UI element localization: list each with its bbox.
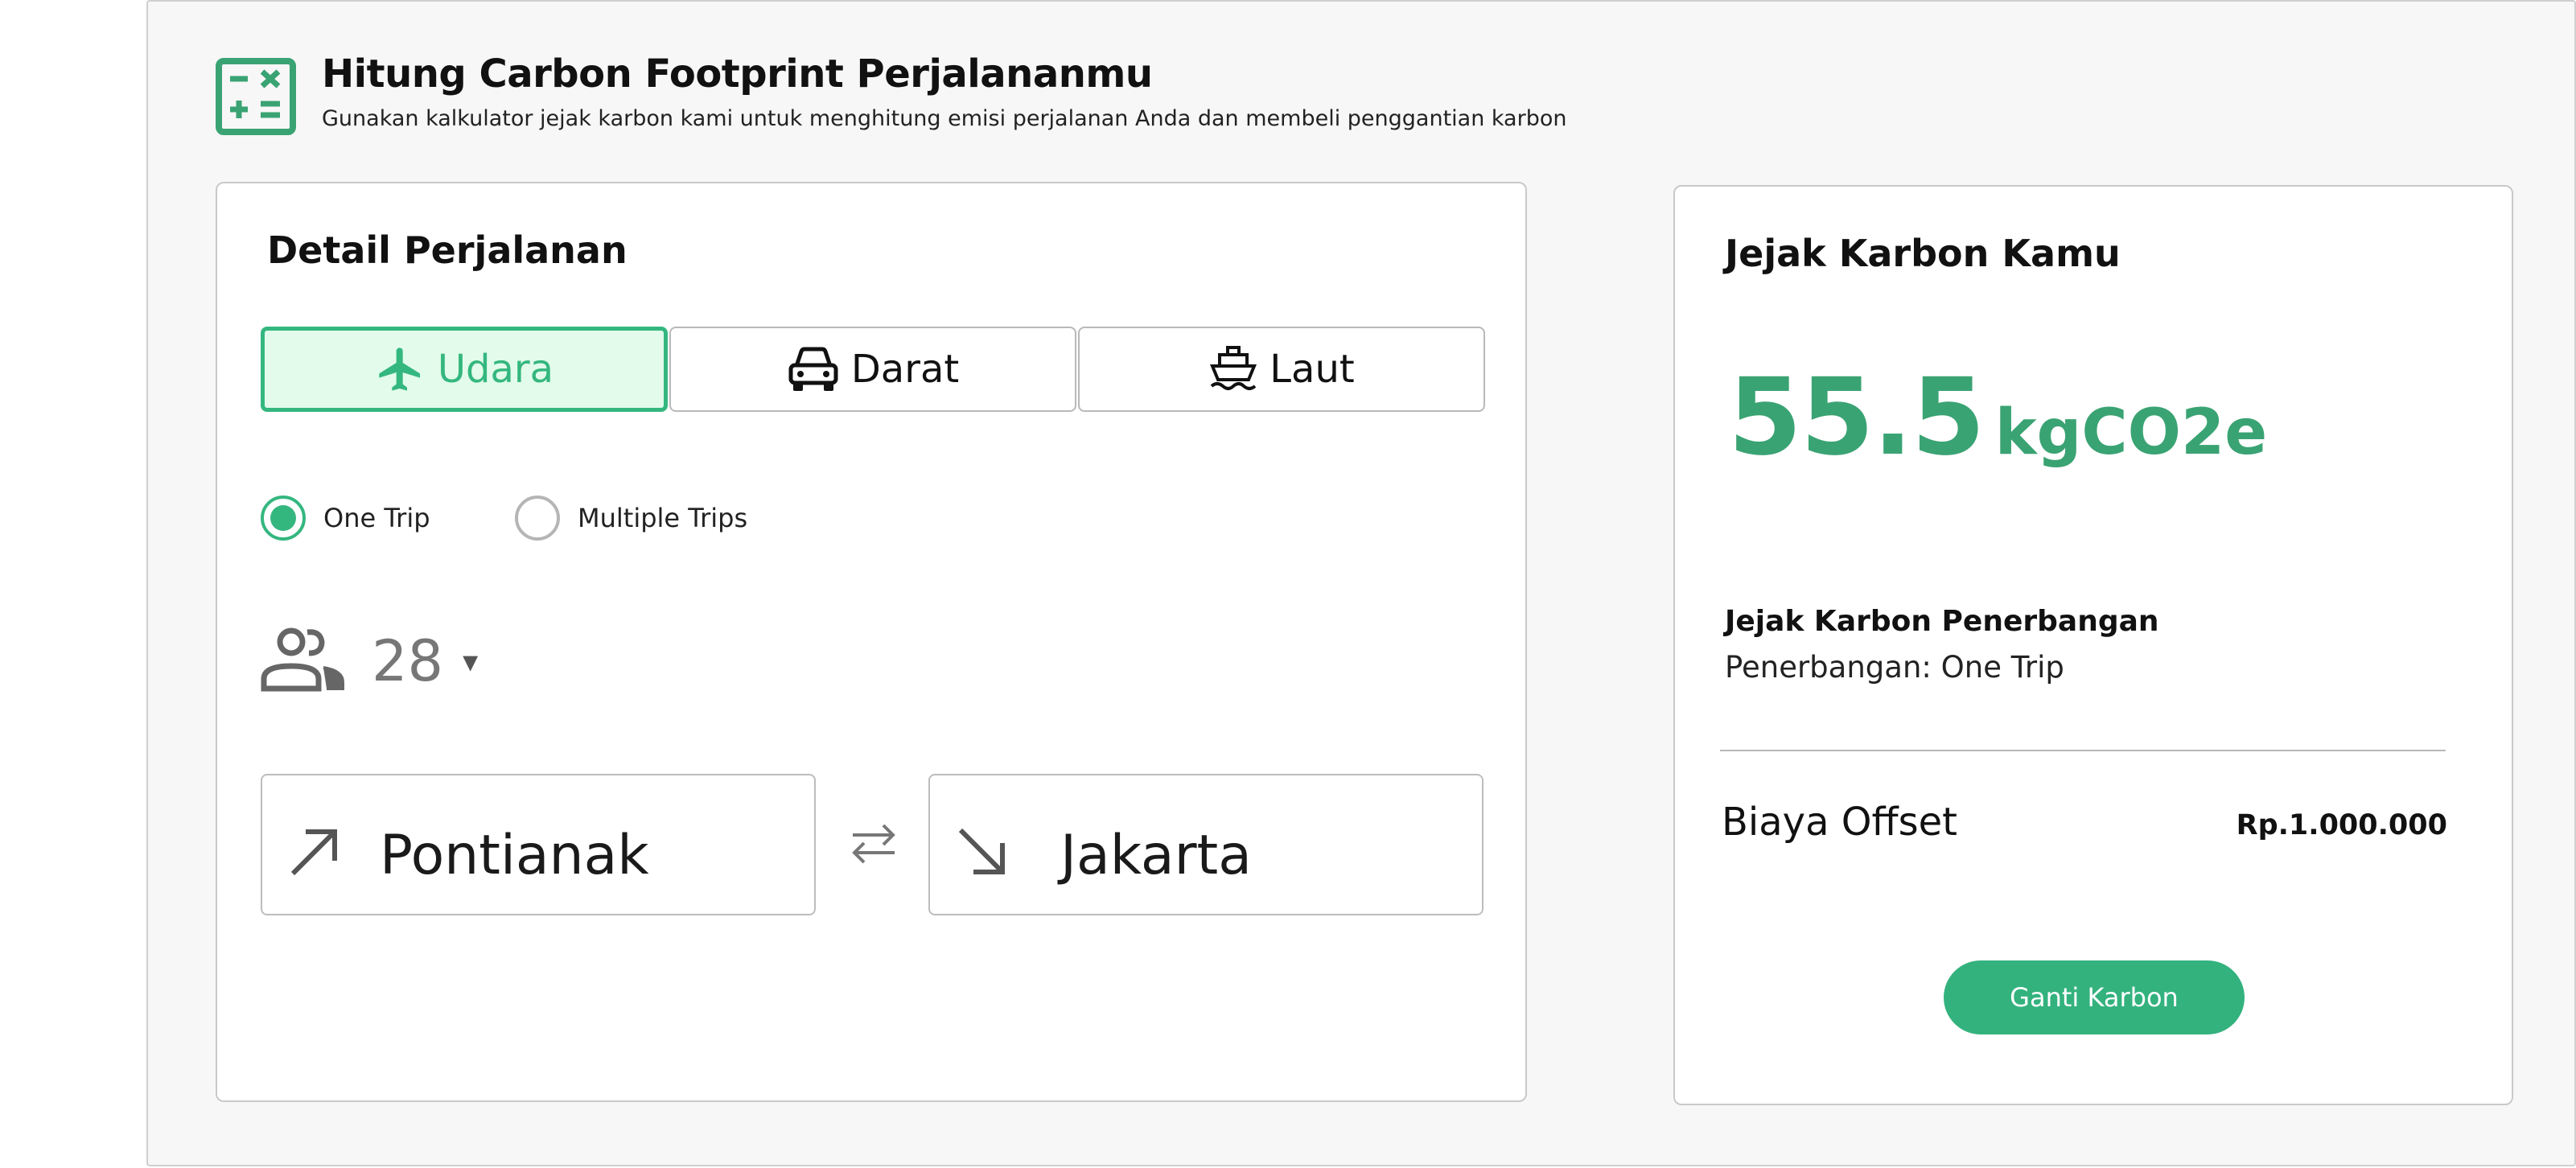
tab-label: Darat	[850, 347, 960, 392]
origin-value: Pontianak	[380, 824, 649, 887]
trip-details-card: Detail Perjalanan Udara Darat Laut One T…	[216, 182, 1527, 1102]
calculator-icon	[216, 58, 296, 135]
radio-label: One Trip	[323, 503, 430, 533]
ship-icon	[1208, 344, 1258, 394]
carbon-result-card: Jejak Karbon Kamu 55.5 kgCO2e Jejak Karb…	[1673, 185, 2513, 1105]
transport-mode-tabs: Udara Darat Laut	[261, 327, 1485, 412]
trip-details-title: Detail Perjalanan	[267, 228, 628, 272]
tab-udara[interactable]: Udara	[261, 327, 668, 412]
caret-down-icon: ▾	[463, 644, 479, 679]
destination-field[interactable]: Jakarta	[928, 774, 1483, 915]
swap-icon[interactable]	[850, 819, 898, 870]
flight-footprint-title: Jejak Karbon Penerbangan	[1725, 605, 2159, 638]
passenger-count: 28	[372, 628, 444, 694]
destination-value: Jakarta	[1060, 824, 1252, 887]
radio-one-trip[interactable]: One Trip	[261, 496, 430, 541]
result-title: Jejak Karbon Kamu	[1725, 232, 2121, 275]
tab-darat[interactable]: Darat	[669, 327, 1076, 412]
carbon-value: 55.5	[1728, 356, 1985, 479]
radio-unchecked-icon	[515, 496, 560, 541]
passenger-select[interactable]: 28 ▾	[259, 621, 478, 701]
offset-cost-label: Biaya Offset	[1722, 800, 1957, 845]
trip-type-radio-group: One Trip Multiple Trips	[261, 496, 824, 544]
carbon-total: 55.5 kgCO2e	[1728, 356, 2267, 479]
people-icon	[259, 626, 348, 697]
origin-field[interactable]: Pontianak	[261, 774, 816, 915]
page-title: Hitung Carbon Footprint Perjalananmu	[322, 51, 1153, 97]
tab-label: Laut	[1269, 347, 1355, 392]
tab-label: Udara	[437, 347, 554, 392]
page-subtitle: Gunakan kalkulator jejak karbon kami unt…	[322, 106, 1567, 131]
offset-carbon-button[interactable]: Ganti Karbon	[1944, 960, 2245, 1034]
arrow-down-right-icon	[954, 824, 1010, 883]
arrow-up-right-icon	[286, 824, 343, 883]
radio-multiple-trips[interactable]: Multiple Trips	[515, 496, 747, 541]
radio-label: Multiple Trips	[578, 503, 748, 533]
flight-footprint-detail: Penerbangan: One Trip	[1725, 650, 2064, 685]
divider	[1720, 750, 2446, 751]
offset-cost-value: Rp.1.000.000	[2236, 809, 2447, 841]
airplane-icon	[375, 343, 426, 395]
tab-laut[interactable]: Laut	[1078, 327, 1485, 412]
car-icon	[787, 345, 840, 393]
carbon-unit: kgCO2e	[1994, 397, 2268, 469]
radio-checked-icon	[261, 496, 306, 541]
calculator-panel: Hitung Carbon Footprint Perjalananmu Gun…	[146, 0, 2576, 1166]
